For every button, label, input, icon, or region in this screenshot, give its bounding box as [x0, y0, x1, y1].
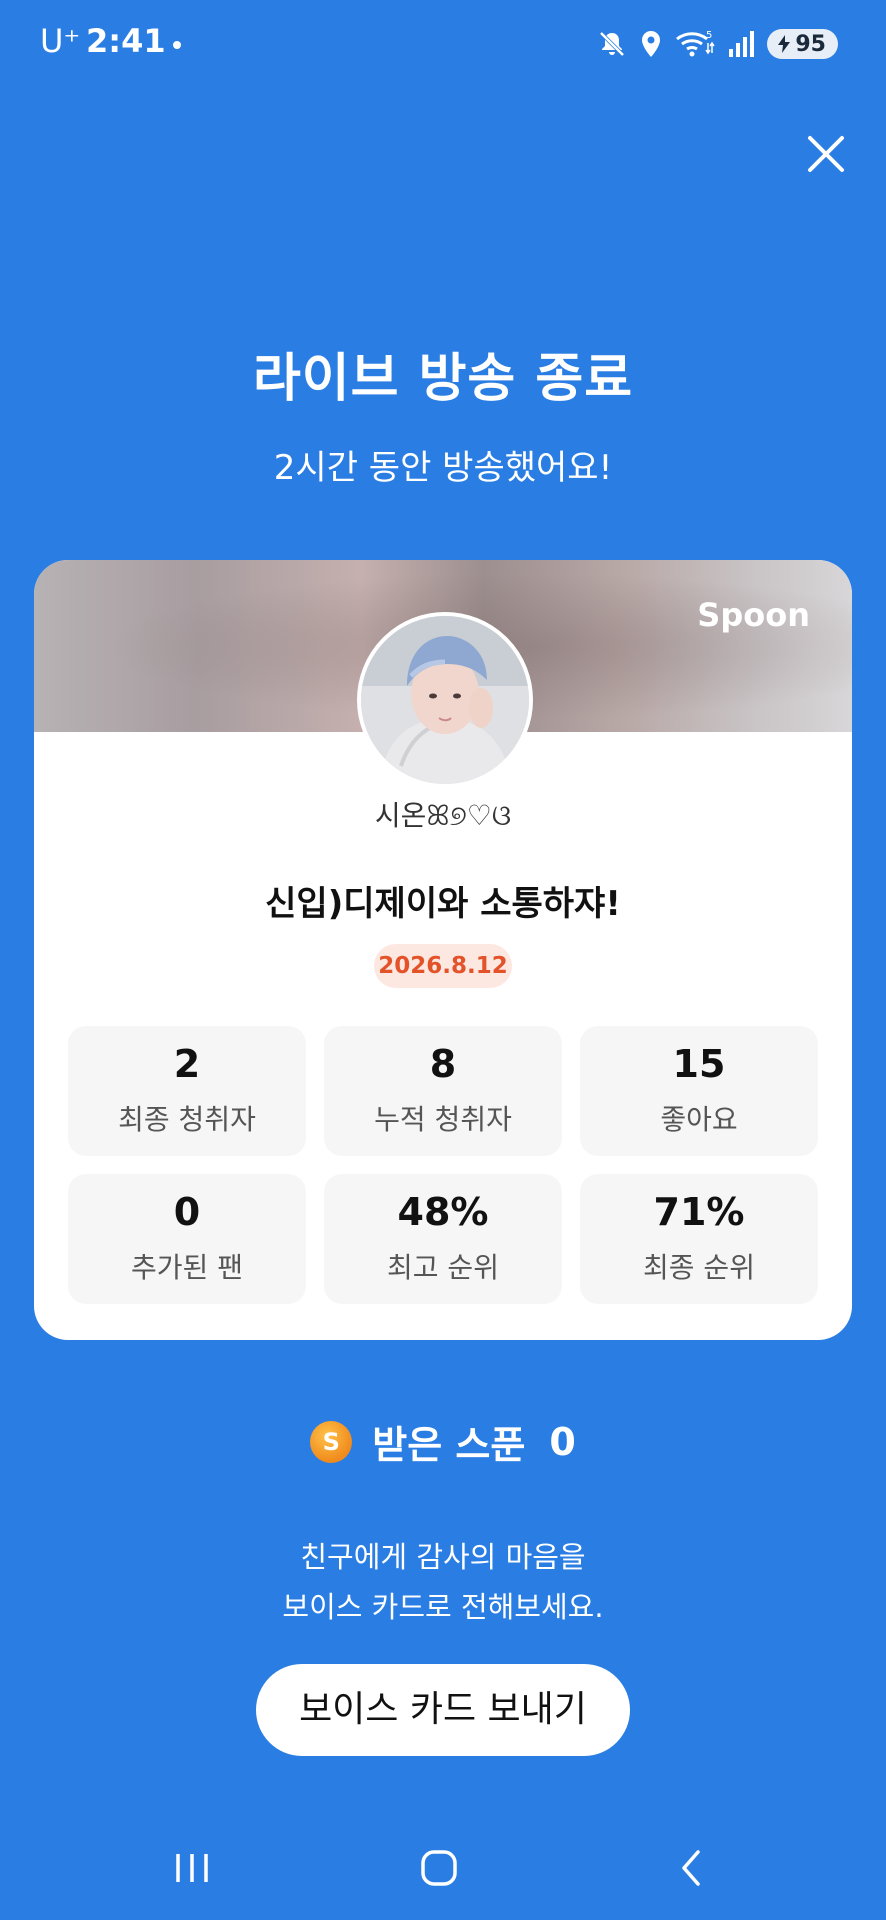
spoons-count: 0: [549, 1419, 576, 1464]
stat-value: 15: [672, 1042, 726, 1086]
stat-label: 추가된 팬: [131, 1251, 243, 1284]
stat-value: 48%: [397, 1190, 489, 1234]
host-username: 시온ꕤ୭♡ଓ: [374, 799, 512, 832]
stat-new-fans: 0 추가된 팬: [68, 1174, 306, 1304]
close-button[interactable]: [800, 128, 852, 180]
page-subtitle: 2시간 동안 방송했어요!: [273, 448, 613, 488]
page-title: 라이브 방송 종료: [252, 349, 634, 409]
voice-card-message: 친구에게 감사의 마음을 보이스 카드로 전해보세요.: [0, 1532, 886, 1632]
wifi-icon: 5: [676, 30, 715, 57]
stat-value: 0: [173, 1190, 201, 1234]
close-icon: [808, 136, 844, 172]
brand-logo: Spoon: [697, 596, 810, 634]
message-line-2: 보이스 카드로 전해보세요.: [282, 1590, 604, 1624]
stat-best-rank: 48% 최고 순위: [324, 1174, 562, 1304]
recent-apps-icon: [176, 1854, 208, 1882]
stat-label: 최종 청취자: [118, 1103, 256, 1136]
spoons-received: S 받은 스푼 0: [0, 1414, 886, 1469]
broadcast-title: 신입)디제이와 소통하쟈!: [265, 884, 621, 924]
stat-label: 최종 순위: [643, 1251, 755, 1284]
carrier-label: U⁺: [40, 22, 81, 60]
date-badge: 2026.8.12: [374, 944, 512, 988]
message-line-1: 친구에게 감사의 마음을: [300, 1540, 586, 1574]
stat-likes: 15 좋아요: [580, 1026, 818, 1156]
stat-value: 8: [429, 1042, 457, 1086]
stat-value: 71%: [653, 1190, 745, 1234]
stat-label: 최고 순위: [387, 1251, 499, 1284]
home-button[interactable]: [419, 1848, 459, 1892]
battery-level: 95: [795, 31, 826, 57]
svg-text:5: 5: [706, 30, 712, 41]
mute-icon: [599, 31, 625, 57]
system-nav-bar: [0, 1820, 886, 1920]
stat-label: 누적 청취자: [374, 1103, 512, 1136]
stats-grid: 2 최종 청취자 8 누적 청취자 15 좋아요 0 추가된 팬 48% 최고 …: [68, 1026, 818, 1304]
stat-value: 2: [173, 1042, 201, 1086]
broadcast-summary-card: Spoon 시온ꕤ୭♡ଓ 신입)디제이와 소통하쟈! 2026.8.12 2 최…: [34, 560, 852, 1340]
avatar-image: [361, 616, 529, 784]
spoons-label: 받은 스푼: [372, 1423, 526, 1467]
stat-final-rank: 71% 최종 순위: [580, 1174, 818, 1304]
battery-charging-icon: [778, 35, 791, 53]
spoon-coin-icon: S: [310, 1420, 353, 1463]
signal-icon: [729, 31, 755, 57]
avatar: [357, 612, 533, 788]
recent-apps-button[interactable]: [172, 1848, 212, 1892]
battery-indicator: 95: [767, 29, 838, 59]
back-button[interactable]: [672, 1848, 712, 1892]
location-icon: [642, 31, 661, 57]
send-voice-card-button[interactable]: 보이스 카드 보내기: [256, 1664, 630, 1756]
status-icons: 5 95: [597, 26, 838, 62]
status-bar: U⁺ 2:41 5 95: [0, 0, 886, 90]
stat-final-listeners: 2 최종 청취자: [68, 1026, 306, 1156]
stat-total-listeners: 8 누적 청취자: [324, 1026, 562, 1156]
home-icon: [421, 1850, 457, 1886]
back-icon: [682, 1850, 700, 1886]
stat-label: 좋아요: [660, 1103, 738, 1136]
clock: 2:41: [86, 22, 166, 60]
notification-dot: [173, 41, 181, 49]
